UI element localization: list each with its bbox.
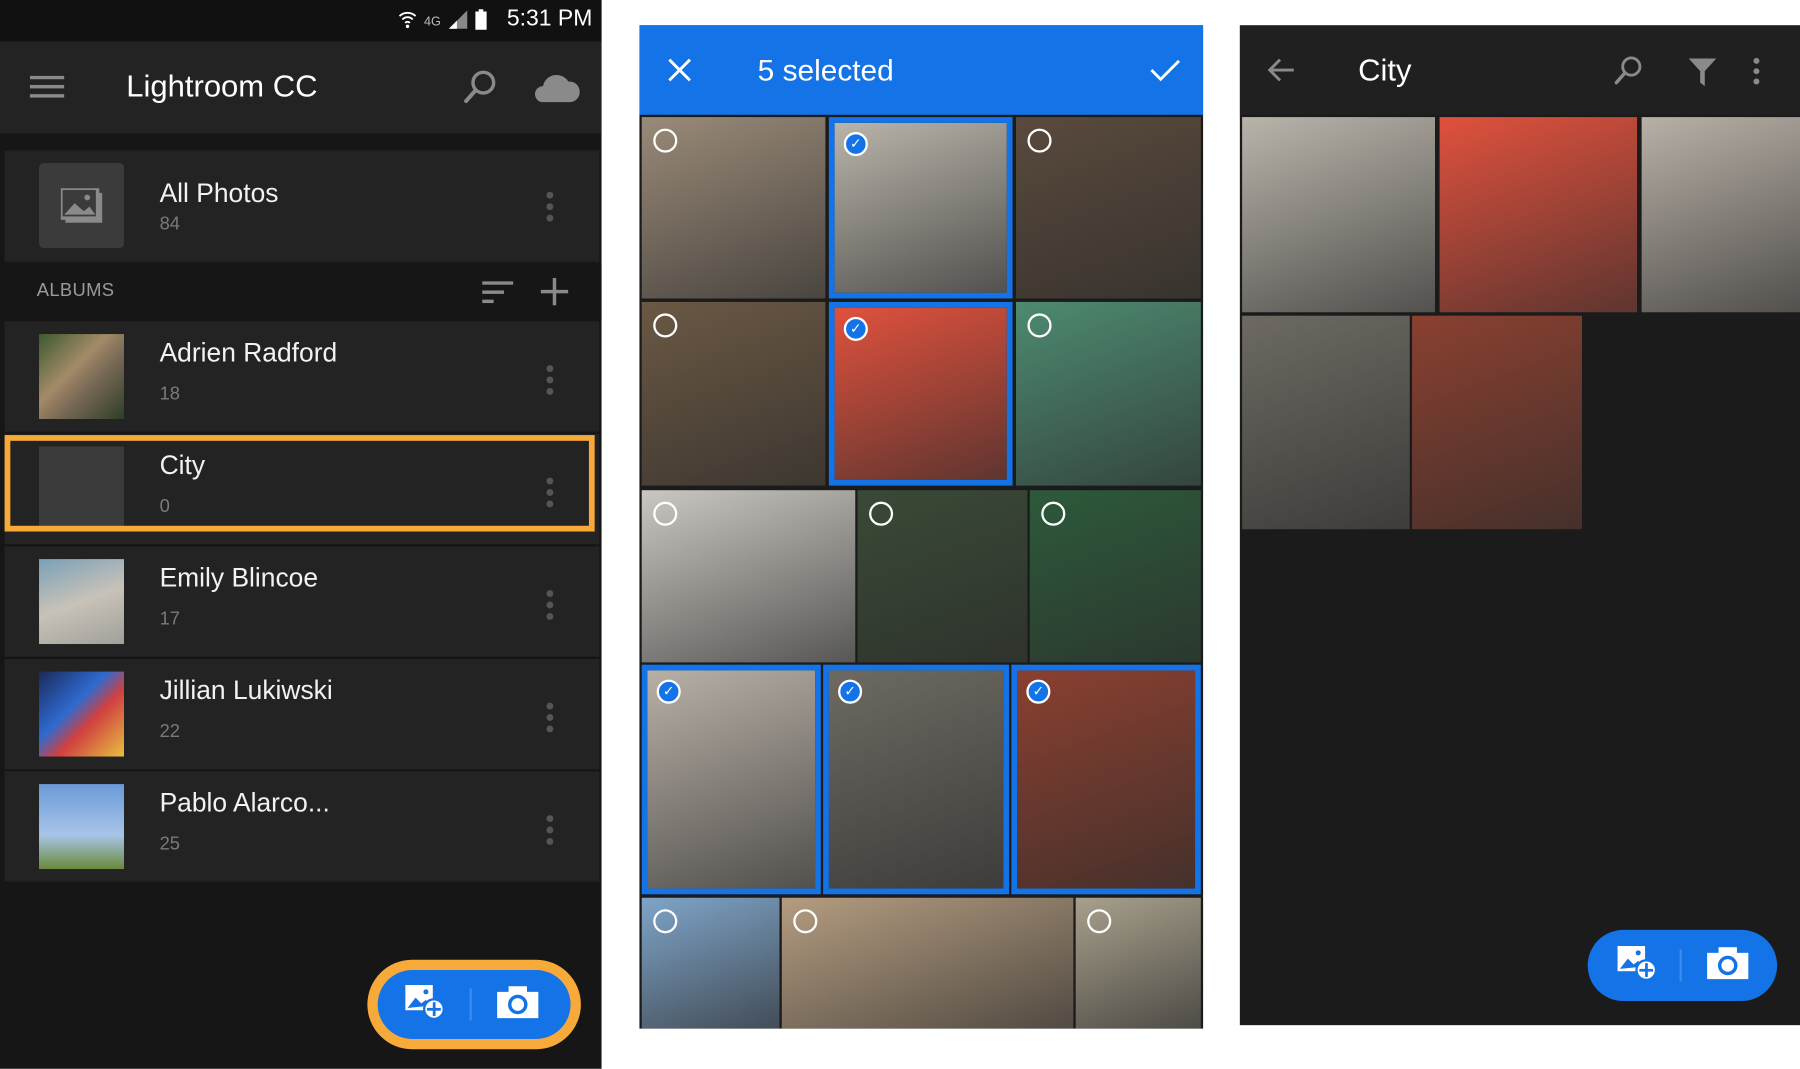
album-thumb [39, 671, 124, 757]
fab-group [1587, 929, 1778, 1002]
selection-bar: 5 selected [639, 25, 1204, 115]
unselected-circle-icon[interactable] [653, 909, 678, 934]
album-photo-tile[interactable] [1412, 315, 1582, 530]
photo-tile[interactable]: ✓ [1011, 664, 1201, 895]
albums-header: ALBUMS [0, 264, 602, 320]
album-app-bar: City [1239, 25, 1800, 115]
confirm-check-icon[interactable] [1150, 59, 1181, 88]
album-thumb [39, 784, 124, 870]
close-icon[interactable] [668, 58, 691, 88]
fab-divider [469, 988, 472, 1021]
highlight-box [4, 435, 595, 532]
plus-icon[interactable] [540, 277, 569, 311]
selection-count: 5 selected [757, 52, 894, 88]
photo-tile[interactable] [641, 490, 856, 663]
selected-check-icon[interactable]: ✓ [838, 679, 863, 704]
wifi-icon [399, 9, 417, 33]
photo-tile[interactable]: ✓ [641, 664, 821, 895]
back-arrow-icon[interactable] [1267, 57, 1295, 88]
unselected-circle-icon[interactable] [653, 313, 678, 338]
albums-label: ALBUMS [36, 281, 115, 301]
app-title: Lightroom CC [126, 68, 318, 104]
unselected-circle-icon[interactable] [1027, 313, 1052, 338]
album-screen: City [1239, 25, 1800, 1026]
fab-divider [1679, 949, 1682, 982]
fab-group [377, 970, 571, 1039]
all-photos-label: All Photos [159, 177, 279, 208]
photos-icon [60, 188, 103, 223]
selected-check-icon[interactable]: ✓ [843, 316, 868, 341]
selected-check-icon[interactable]: ✓ [1026, 679, 1051, 704]
camera-icon[interactable] [1707, 946, 1749, 985]
photo-tile[interactable] [1029, 490, 1201, 663]
unselected-circle-icon[interactable] [653, 501, 678, 526]
album-row[interactable]: Emily Blincoe 17 [4, 546, 600, 657]
album-photo-tile[interactable] [1242, 315, 1410, 530]
album-photo-tile[interactable] [1641, 117, 1800, 313]
unselected-circle-icon[interactable] [869, 501, 894, 526]
more-options-icon[interactable] [546, 365, 554, 399]
album-name: Pablo Alarco... [159, 787, 330, 818]
album-photo-tile[interactable] [1439, 117, 1638, 313]
battery-icon [475, 9, 487, 33]
album-thumb [39, 559, 124, 645]
album-title: City [1358, 52, 1412, 88]
library-screen: 4G 5:31 PM Lightroom CC All Photos 84 AL… [0, 0, 602, 1069]
album-count: 22 [159, 722, 181, 742]
status-bar: 4G 5:31 PM [0, 0, 602, 42]
search-icon[interactable] [464, 70, 496, 110]
album-count: 25 [159, 834, 181, 855]
search-icon[interactable] [1614, 56, 1642, 92]
selected-check-icon[interactable]: ✓ [843, 132, 868, 157]
unselected-circle-icon[interactable] [1041, 501, 1066, 526]
signal-icon [448, 9, 469, 33]
album-name: Emily Blincoe [159, 562, 319, 593]
album-row[interactable]: Adrien Radford 18 [4, 321, 600, 432]
photo-tile[interactable]: ✓ [828, 301, 1013, 486]
more-options-icon[interactable] [546, 590, 554, 624]
all-photos-thumb [39, 163, 124, 248]
photo-tile[interactable]: ✓ [823, 664, 1010, 895]
photo-tile[interactable] [641, 117, 826, 299]
album-name: Jillian Lukiwski [159, 675, 333, 705]
selected-check-icon[interactable]: ✓ [656, 679, 681, 704]
unselected-circle-icon[interactable] [653, 128, 678, 153]
photo-tile[interactable] [857, 490, 1028, 663]
app-bar: Lightroom CC [0, 41, 602, 134]
album-row[interactable]: Pablo Alarco... 25 [4, 771, 600, 882]
more-options-icon[interactable] [546, 815, 554, 849]
network-type: 4G [423, 14, 441, 29]
sort-icon[interactable] [482, 281, 514, 310]
photo-tile[interactable] [641, 301, 826, 486]
photo-tile[interactable]: ✓ [828, 117, 1013, 299]
album-photo-tile[interactable] [1242, 117, 1435, 313]
unselected-circle-icon[interactable] [1087, 909, 1112, 934]
photo-tile[interactable] [641, 897, 780, 1029]
hamburger-icon[interactable] [29, 75, 65, 105]
photo-tile[interactable] [781, 897, 1074, 1029]
album-row[interactable]: Jillian Lukiwski 22 [4, 658, 600, 770]
add-photo-icon[interactable] [1617, 945, 1658, 985]
photo-tile[interactable] [1075, 897, 1201, 1029]
clock: 5:31 PM [506, 5, 593, 31]
camera-icon[interactable] [497, 985, 539, 1024]
album-count: 18 [159, 384, 181, 405]
more-options-icon[interactable] [1753, 57, 1760, 90]
more-options-icon[interactable] [546, 191, 554, 226]
unselected-circle-icon[interactable] [1027, 128, 1052, 153]
all-photos-row[interactable]: All Photos 84 [4, 150, 600, 262]
photo-tile[interactable] [1015, 117, 1201, 299]
album-count: 17 [159, 609, 181, 630]
album-name: Adrien Radford [159, 337, 338, 368]
unselected-circle-icon[interactable] [793, 909, 818, 934]
selection-screen: 5 selected ✓ ✓ ✓ ✓ ✓ [639, 25, 1204, 1029]
photo-tile[interactable] [1015, 301, 1201, 486]
all-photos-count: 84 [159, 214, 181, 235]
cloud-icon[interactable] [534, 71, 580, 109]
album-thumb [39, 334, 124, 420]
more-options-icon[interactable] [546, 702, 554, 737]
add-photo-icon[interactable] [405, 984, 445, 1024]
filter-icon[interactable] [1688, 58, 1717, 92]
